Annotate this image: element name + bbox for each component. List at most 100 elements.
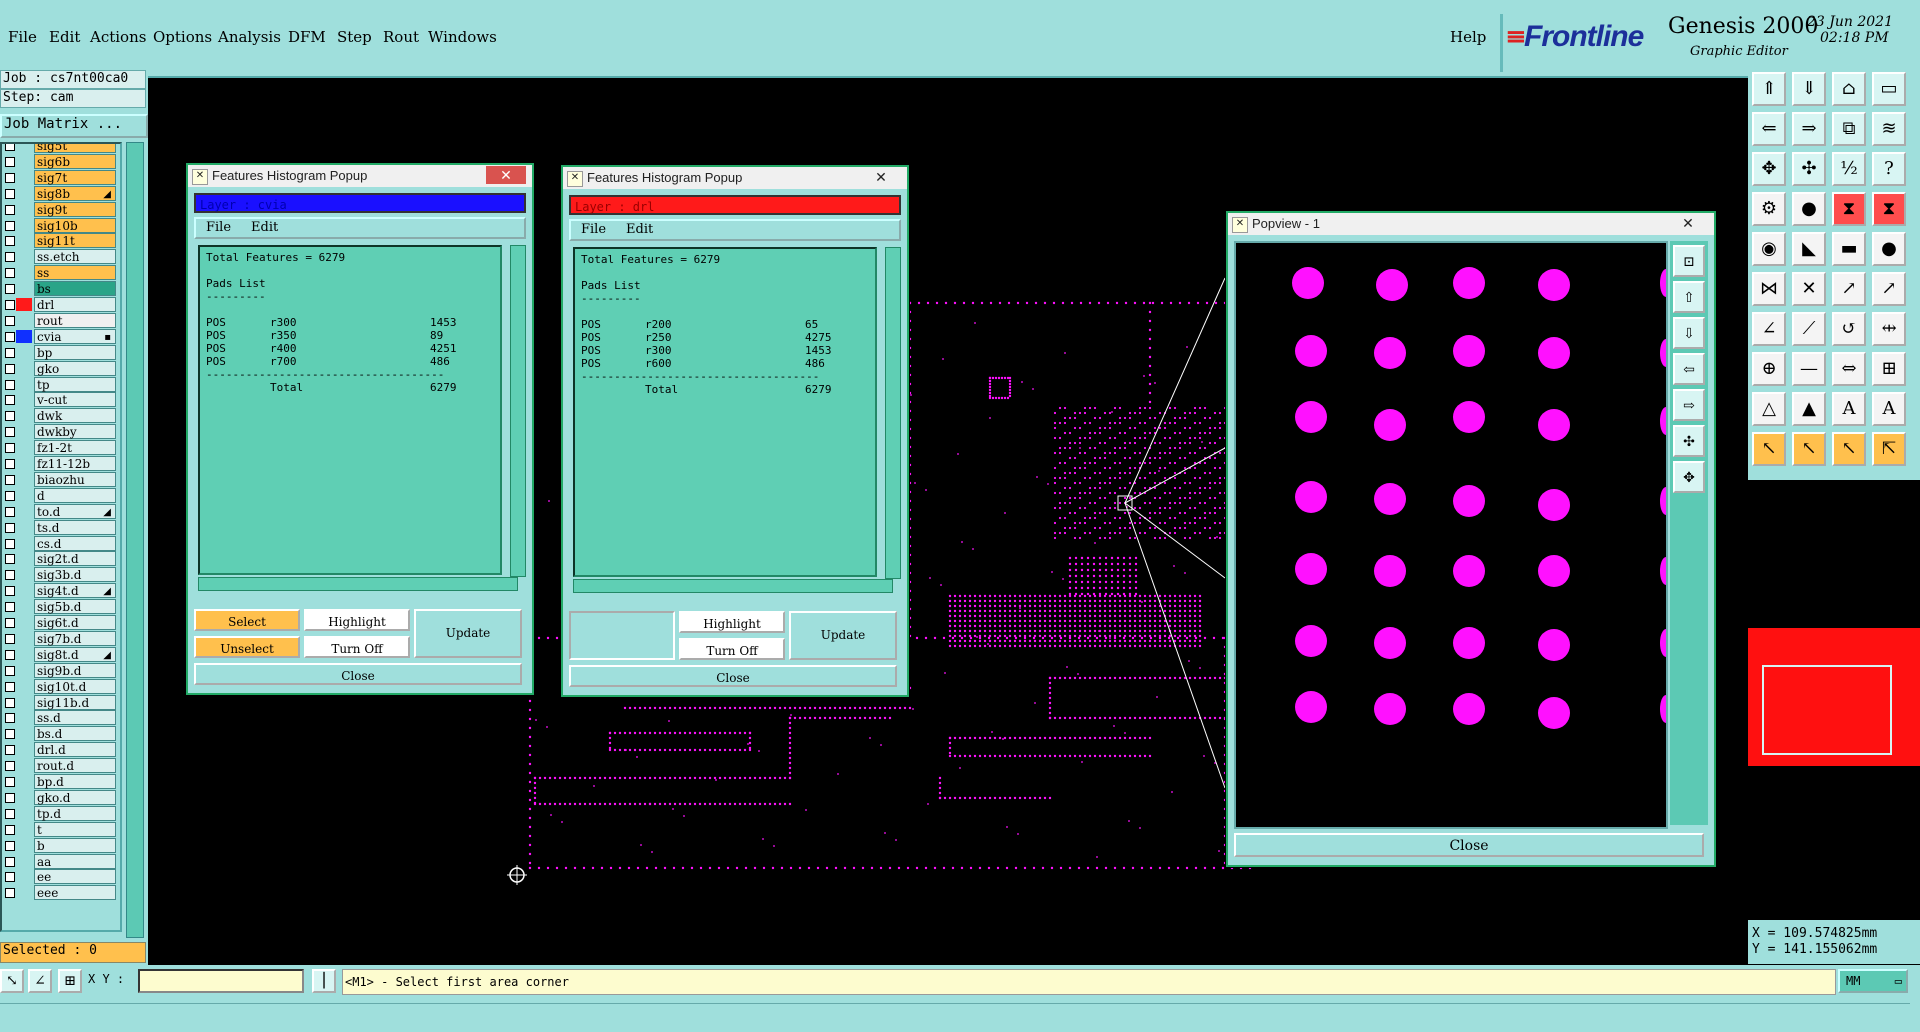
left-arrow-icon[interactable]: ⇐ [1752, 112, 1786, 146]
layer-row[interactable]: rout [2, 312, 118, 328]
layer-row[interactable]: sig9b.d [2, 662, 118, 678]
menu-step[interactable]: Step [337, 28, 372, 46]
histogram-row[interactable]: POS r200 65 [581, 318, 869, 331]
layer-checkbox[interactable] [5, 602, 15, 613]
layer-name[interactable]: bs.d [34, 726, 116, 742]
xy-input[interactable] [138, 969, 304, 993]
popview-titlebar[interactable]: ✕ Popview - 1 ✕ [1228, 213, 1714, 235]
home-icon[interactable]: ⌂ [1832, 72, 1866, 106]
pointer-icon[interactable]: ↖ [1752, 432, 1786, 466]
layer-checkbox[interactable] [5, 808, 15, 819]
text-a-icon[interactable]: A [1832, 392, 1866, 426]
close-icon[interactable]: ✕ [486, 166, 526, 184]
layer-row[interactable]: dwk [2, 408, 118, 424]
split-icon[interactable]: ⊕ [1752, 352, 1786, 386]
layer-checkbox[interactable] [5, 745, 15, 756]
layer-row[interactable]: d [2, 487, 118, 503]
layer-name[interactable]: sig9t [34, 201, 116, 217]
layer-row[interactable]: ss.d [2, 710, 118, 726]
layer-name[interactable]: to.d ◢ [34, 503, 116, 519]
units-selector[interactable]: MM ▭ [1838, 969, 1908, 993]
layer-name[interactable]: sig5t [34, 144, 116, 153]
group-icon[interactable]: ⊞ [1872, 352, 1906, 386]
histogram-row[interactable]: POS r250 4275 [581, 331, 869, 344]
select-button[interactable]: Select [194, 609, 300, 631]
layer-row[interactable]: drl [2, 297, 118, 312]
layer-checkbox[interactable] [5, 300, 15, 310]
layer-row[interactable]: t [2, 821, 118, 837]
layer-name[interactable]: sig11t [34, 233, 116, 249]
layer-name[interactable]: v-cut [34, 392, 116, 408]
close-icon[interactable]: ✕ [1668, 214, 1708, 232]
help-icon[interactable]: ? [1872, 152, 1906, 186]
layer-row[interactable]: sig2t.d [2, 551, 118, 567]
layer-row[interactable]: ss.etch [2, 249, 118, 265]
layer-name[interactable]: drl [34, 297, 116, 312]
layer-checkbox[interactable] [5, 331, 15, 342]
layer-row[interactable]: b [2, 837, 118, 853]
layer-checkbox[interactable] [5, 315, 15, 326]
divide-icon[interactable]: — [1792, 352, 1826, 386]
update-button[interactable]: Update [789, 611, 897, 660]
layer-row[interactable]: sig5b.d [2, 599, 118, 615]
layer-row[interactable]: ee [2, 869, 118, 885]
highlight-button[interactable]: Highlight [679, 611, 785, 633]
mirror-icon[interactable]: ⧉ [1832, 112, 1866, 146]
layer-row[interactable]: sig11t [2, 233, 118, 249]
close-icon[interactable]: ✕ [861, 168, 901, 186]
pad-icon[interactable]: ◉ [1752, 232, 1786, 266]
layer-row[interactable]: sig4t.d ◢ [2, 583, 118, 599]
probe-icon[interactable]: ● [1792, 192, 1826, 226]
layer-row[interactable]: sig6b [2, 153, 118, 169]
layer-checkbox[interactable] [5, 236, 15, 247]
zoom-fit-icon[interactable]: ⊡ [1673, 245, 1705, 277]
layer-row[interactable]: cs.d [2, 535, 118, 551]
layer-name[interactable]: ss.d [34, 710, 116, 726]
layer-row[interactable]: tp.d [2, 805, 118, 821]
layer-checkbox[interactable] [5, 649, 15, 660]
popup-titlebar[interactable]: ✕ Features Histogram Popup ✕ [563, 167, 907, 189]
menu-file[interactable]: File [8, 28, 37, 46]
histogram-vscroll[interactable] [510, 245, 526, 577]
layer-row[interactable]: fz11-12b [2, 456, 118, 471]
job-matrix-button[interactable]: Job Matrix ... [0, 114, 148, 138]
net2-icon[interactable]: ⧗ [1872, 192, 1906, 226]
layer-checkbox[interactable] [5, 474, 15, 485]
center-icon[interactable]: ✣ [1792, 152, 1826, 186]
layer-name[interactable]: biaozhu [34, 471, 116, 487]
route-icon[interactable]: ↗ [1832, 272, 1866, 306]
menu-actions[interactable]: Actions [90, 28, 146, 46]
layer-checkbox[interactable] [5, 188, 15, 199]
layer-row[interactable]: sig9t [2, 201, 118, 217]
nodes-icon[interactable]: ⋈ [1752, 272, 1786, 306]
layer-row[interactable]: sig10b [2, 217, 118, 233]
zoom-in-icon[interactable]: ✣ [1673, 425, 1705, 457]
layer-checkbox[interactable] [5, 268, 15, 279]
triangle-icon[interactable]: △ [1752, 392, 1786, 426]
layer-name[interactable]: bp [34, 344, 116, 360]
layer-checkbox[interactable] [5, 490, 15, 501]
layer-row[interactable]: cvia ▪ [2, 328, 118, 344]
layer-row[interactable]: biaozhu [2, 471, 118, 487]
layer-checkbox[interactable] [5, 538, 15, 549]
layer-name[interactable]: dwkby [34, 424, 116, 440]
popup-menu-edit[interactable]: Edit [626, 222, 653, 237]
zoom-out-icon[interactable]: ✥ [1673, 461, 1705, 493]
layer-name[interactable]: sig7b.d [34, 630, 116, 646]
stack-icon[interactable]: ≋ [1872, 112, 1906, 146]
layer-name[interactable]: rout.d [34, 758, 116, 774]
layer-row[interactable]: sig8b ◢ [2, 185, 118, 201]
layer-name[interactable]: t [34, 821, 116, 837]
cross-icon[interactable]: ✕ [1792, 272, 1826, 306]
layer-checkbox[interactable] [5, 395, 15, 406]
triangle2-icon[interactable]: ▲ [1792, 392, 1826, 426]
layer-row[interactable]: bs.d [2, 726, 118, 742]
slant-icon[interactable]: ⟋ [1792, 312, 1826, 346]
grid-icon[interactable]: ⊞ [58, 969, 82, 993]
layer-name[interactable]: tp.d [34, 805, 116, 821]
layer-name[interactable]: sig10b [34, 217, 116, 233]
histogram-hscroll[interactable] [573, 579, 893, 593]
layer-row[interactable]: v-cut [2, 392, 118, 408]
histogram-vscroll[interactable] [885, 247, 901, 579]
flip-icon[interactable]: ⇹ [1872, 312, 1906, 346]
